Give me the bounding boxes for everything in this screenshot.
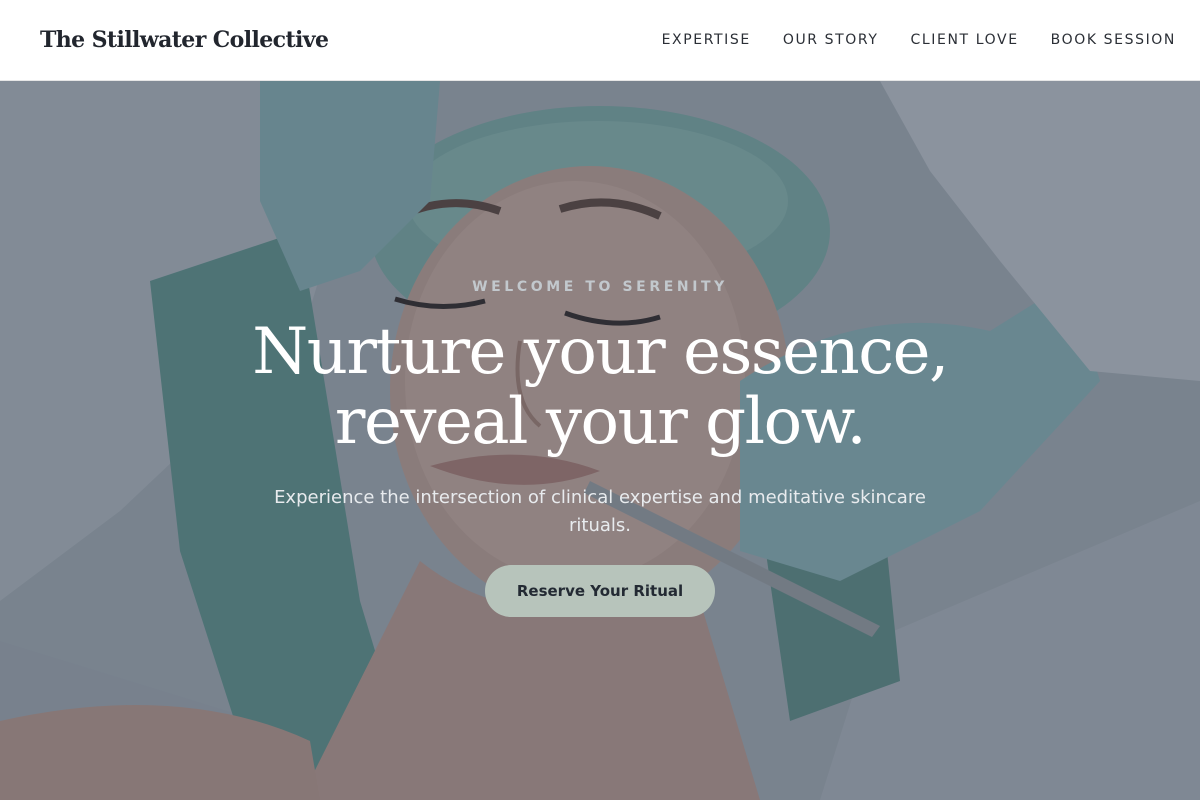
hero-headline-line-2: reveal your glow. (334, 385, 867, 459)
main-nav: EXPERTISE OUR STORY CLIENT LOVE BOOK SES… (662, 32, 1176, 48)
nav-link-client-love[interactable]: CLIENT LOVE (911, 32, 1019, 48)
brand-logo[interactable]: The Stillwater Collective (40, 27, 329, 53)
hero-headline: Nurture your essence, reveal your glow. (150, 317, 1050, 457)
hero-headline-line-1: Nurture your essence, (252, 315, 949, 389)
nav-link-book-session[interactable]: BOOK SESSION (1051, 32, 1176, 48)
hero-subheadline: Experience the intersection of clinical … (274, 487, 926, 536)
top-navbar: The Stillwater Collective EXPERTISE OUR … (0, 0, 1200, 81)
hero-content: WELCOME TO SERENITY Nurture your essence… (0, 81, 1200, 800)
hero-eyebrow: WELCOME TO SERENITY (472, 279, 728, 295)
nav-link-expertise[interactable]: EXPERTISE (662, 32, 751, 48)
nav-link-our-story[interactable]: OUR STORY (783, 32, 879, 48)
reserve-ritual-button[interactable]: Reserve Your Ritual (485, 565, 715, 617)
hero-section: WELCOME TO SERENITY Nurture your essence… (0, 81, 1200, 800)
